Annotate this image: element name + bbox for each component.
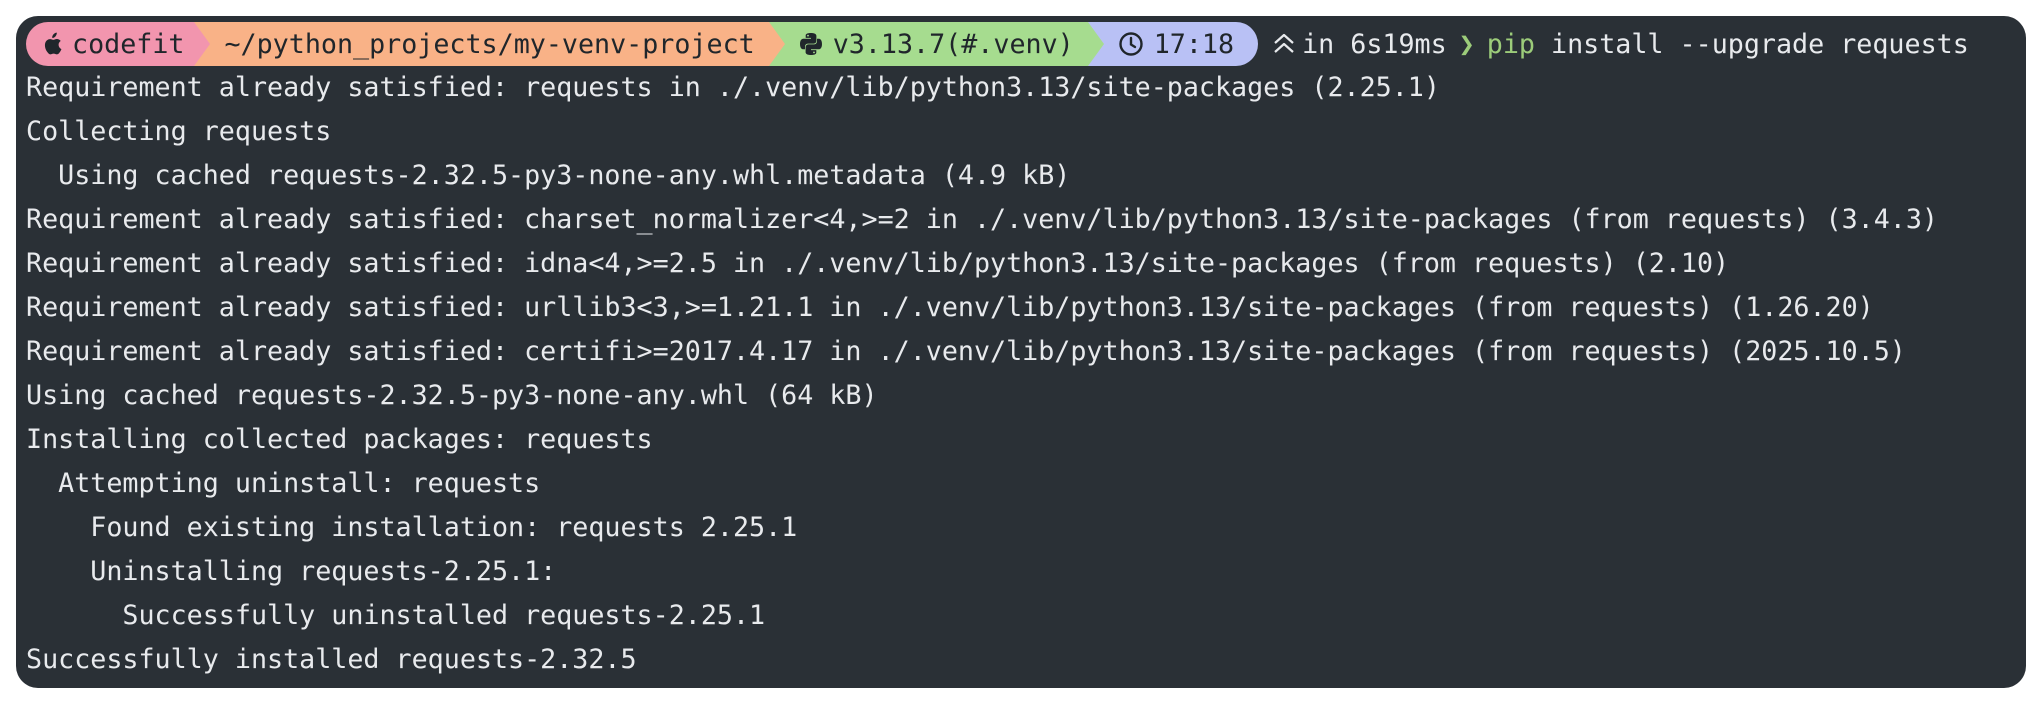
prompt-path-segment: ~/python_projects/my-venv-project xyxy=(210,22,769,66)
output-line: Attempting uninstall: requests xyxy=(26,468,541,499)
prompt-python-segment: v3.13.7(#.venv) xyxy=(784,22,1088,66)
output-line: Collecting requests xyxy=(26,116,332,147)
output-line: Installing collected packages: requests xyxy=(26,424,653,455)
output-line: Using cached requests-2.32.5-py3-none-an… xyxy=(26,160,1071,191)
output-line: Using cached requests-2.32.5-py3-none-an… xyxy=(26,380,878,411)
shell-prompt: codefit ~/python_projects/my-venv-projec… xyxy=(26,22,1969,66)
output-line: Requirement already satisfied: requests … xyxy=(26,72,1440,103)
segment-separator xyxy=(194,22,211,66)
prompt-python-version: v3.13.7(#.venv) xyxy=(832,28,1074,60)
command-output: Requirement already satisfied: requests … xyxy=(26,66,1938,682)
output-line: Requirement already satisfied: urllib3<3… xyxy=(26,292,1874,323)
output-line: Requirement already satisfied: charset_n… xyxy=(26,204,1939,235)
terminal-window[interactable]: codefit ~/python_projects/my-venv-projec… xyxy=(16,16,2026,688)
output-line: Successfully uninstalled requests-2.25.1 xyxy=(26,600,766,631)
double-chevron-up-icon xyxy=(1272,31,1296,57)
prompt-user-segment: codefit xyxy=(26,22,195,66)
apple-icon xyxy=(42,32,62,56)
prompt-status: in 6s19ms ❯ pip install --upgrade reques… xyxy=(1272,22,1969,66)
command-duration: in 6s19ms xyxy=(1302,28,1447,60)
output-line: Uninstalling requests-2.25.1: xyxy=(26,556,557,587)
segment-separator xyxy=(1087,22,1104,66)
prompt-path: ~/python_projects/my-venv-project xyxy=(224,28,755,60)
output-line: Requirement already satisfied: idna<4,>=… xyxy=(26,248,1730,279)
output-line: Found existing installation: requests 2.… xyxy=(26,512,798,543)
output-line: Requirement already satisfied: certifi>=… xyxy=(26,336,1906,367)
segment-separator xyxy=(768,22,785,66)
prompt-time-segment: 17:18 xyxy=(1103,22,1259,66)
prompt-chevron: ❯ xyxy=(1458,28,1475,60)
prompt-time: 17:18 xyxy=(1153,28,1235,60)
python-icon xyxy=(799,32,823,56)
clock-icon xyxy=(1118,31,1144,57)
output-line: Successfully installed requests-2.32.5 xyxy=(26,644,637,675)
prompt-user: codefit xyxy=(72,28,185,60)
command-name[interactable]: pip xyxy=(1487,29,1535,60)
command-args[interactable]: install --upgrade requests xyxy=(1535,29,1969,60)
